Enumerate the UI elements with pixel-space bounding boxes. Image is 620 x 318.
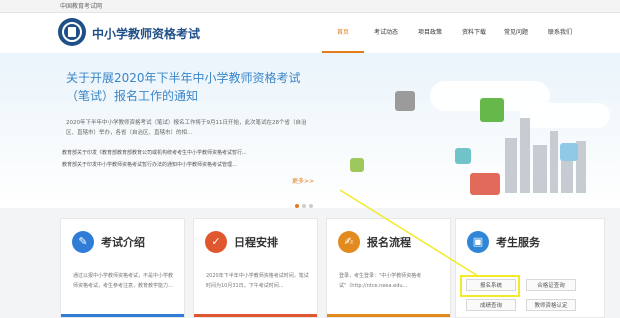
annotation-arrow [339,189,479,277]
annotation-highlight-box [460,275,520,297]
